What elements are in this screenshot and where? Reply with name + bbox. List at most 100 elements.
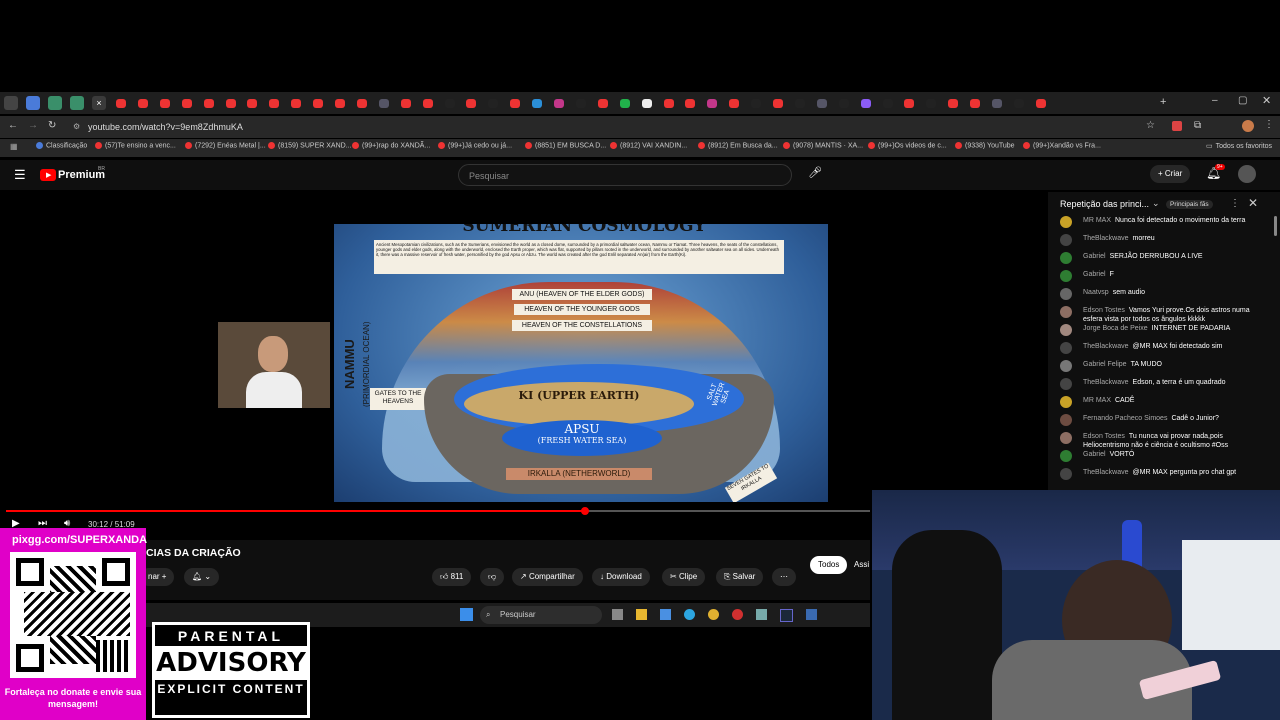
chat-avatar[interactable] [1060,360,1072,372]
browser-tab[interactable] [1035,99,1046,108]
chat-avatar[interactable] [1060,216,1072,228]
browser-tab[interactable] [882,99,893,108]
youtube-logo-icon[interactable]: ▶ [40,169,56,181]
bookmark-item[interactable]: (8159) SUPER XAND... [268,142,352,149]
browser-tab[interactable] [466,99,477,108]
chat-author[interactable]: Fernando Pacheco Simoes [1083,415,1167,422]
share-button[interactable]: ↗ Compartilhar [512,568,583,586]
browser-tab[interactable] [773,99,783,108]
chat-avatar[interactable] [1060,252,1072,264]
browser-tab[interactable] [597,99,608,108]
bookmark-item[interactable]: (99+)Já cedo ou já... [438,142,512,149]
chat-avatar[interactable] [1060,468,1072,480]
more-actions-icon[interactable]: ⋯ [772,568,796,586]
chat-scrollbar[interactable] [1274,216,1277,236]
browser-tab[interactable] [838,99,849,108]
browser-menu-icon[interactable]: ⋮ [1264,119,1274,130]
browser-tab[interactable] [926,99,937,108]
browser-tab[interactable] [269,99,280,108]
chip-next[interactable]: Assi [854,560,869,569]
download-button[interactable]: ↓ Download [592,568,650,586]
windows-start-icon[interactable] [460,608,473,621]
edge-icon[interactable] [684,609,695,620]
browser-tab[interactable] [575,99,586,108]
chat-author[interactable]: TheBlackwave [1083,469,1129,476]
maximize-icon[interactable]: ▢ [1238,95,1247,106]
chat-avatar[interactable] [1060,288,1072,300]
close-window-icon[interactable]: ✕ [1262,94,1271,107]
bookmark-item[interactable]: (9338) YouTube [955,142,1015,149]
browser-tab[interactable] [313,99,324,108]
browser-tab[interactable] [159,99,170,108]
browser-tab[interactable] [116,99,126,108]
chrome-icon[interactable] [708,609,719,620]
voice-search-icon[interactable]: 🎤︎ [808,166,822,179]
bookmark-item[interactable]: (7292) Enéas Metal |... [185,142,266,149]
progress-scrubber[interactable] [580,507,589,515]
chat-avatar[interactable] [1060,342,1072,354]
bookmark-item[interactable]: (8851) EM BUSCA D... [525,142,606,149]
browser-tab[interactable] [619,99,630,108]
chat-avatar[interactable] [1060,234,1072,246]
chat-author[interactable]: Naatvsp [1083,289,1109,296]
chat-author[interactable]: Gabriel [1083,271,1106,278]
browser-tab[interactable] [26,96,40,110]
chat-avatar[interactable] [1060,270,1072,282]
browser-tab[interactable] [400,99,411,108]
browser-tab[interactable] [422,99,433,108]
browser-tab[interactable] [444,99,455,108]
browser-tab[interactable] [641,99,652,108]
browser-tab[interactable] [532,99,543,108]
app-icon[interactable] [806,609,817,620]
bookmark-item[interactable]: Classificação [36,142,87,149]
new-tab-icon[interactable]: + [1160,96,1166,108]
hamburger-menu-icon[interactable]: ☰ [14,167,26,183]
chat-avatar[interactable] [1060,432,1072,444]
browser-tab[interactable] [137,99,148,108]
search-input[interactable]: Pesquisar [458,164,792,186]
dislike-button[interactable]: 👎︎ [480,568,505,586]
browser-tab[interactable] [729,99,740,108]
active-tab-close-icon[interactable]: × [92,96,106,110]
chat-author[interactable]: Gabriel [1083,253,1106,260]
browser-tab[interactable] [510,99,521,108]
close-chat-icon[interactable]: ✕ [1248,196,1258,210]
chat-author[interactable]: TheBlackwave [1083,343,1129,350]
clip-button[interactable]: ✂ Clipe [662,568,706,586]
browser-tab[interactable] [1013,99,1024,108]
apps-grid-icon[interactable]: ▦ [10,142,18,151]
browser-tab[interactable] [48,96,62,110]
chat-avatar[interactable] [1060,450,1072,462]
tab-list-button[interactable] [4,96,18,110]
browser-tab[interactable] [685,99,696,108]
bookmark-item[interactable]: (8912) VAI XANDIN... [610,142,687,149]
chat-author[interactable]: Gabriel Felipe [1083,361,1127,368]
taskbar-search[interactable]: ⌕ Pesquisar [480,606,602,624]
browser-tab[interactable] [904,99,915,108]
browser-tab[interactable] [378,99,389,108]
browser-tab[interactable] [794,99,805,108]
chat-author[interactable]: MR MAX [1083,217,1111,224]
minimize-icon[interactable]: – [1212,95,1218,106]
browser-tab[interactable] [860,99,871,108]
chat-mode-title[interactable]: Repetição das princi... [1060,199,1149,209]
save-button[interactable]: ⎘ Salvar [716,568,764,586]
file-explorer-icon[interactable] [636,609,647,620]
chat-avatar[interactable] [1060,396,1072,408]
steam-icon[interactable] [780,609,793,622]
browser-tab[interactable] [663,99,674,108]
browser-tab[interactable] [707,99,718,108]
bookmark-star-icon[interactable]: ☆ [1146,120,1155,131]
extension-icon[interactable] [1172,121,1182,131]
browser-tab[interactable] [356,99,367,108]
site-info-icon[interactable]: ⚙ [73,118,80,136]
browser-tab[interactable] [70,96,84,110]
browser-tab[interactable] [291,99,302,108]
browser-tab[interactable] [816,99,827,108]
obs-icon[interactable] [732,609,743,620]
profile-avatar[interactable] [1242,120,1254,132]
chat-menu-icon[interactable]: ⋮ [1230,198,1240,209]
browser-tab[interactable] [970,99,981,108]
browser-tab[interactable] [335,99,345,108]
all-bookmarks[interactable]: ▭ Todos os favoritos [1206,142,1272,150]
